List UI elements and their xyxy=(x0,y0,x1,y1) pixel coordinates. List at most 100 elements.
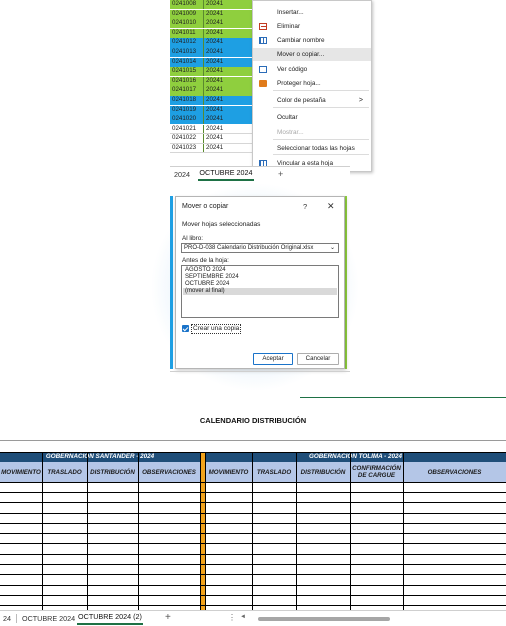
cell-id[interactable]: 0241009 xyxy=(170,9,204,19)
cell-id[interactable]: 0241018 xyxy=(170,96,204,106)
cell-date[interactable]: 20241 xyxy=(204,10,238,19)
cell-date[interactable]: 20241 xyxy=(204,96,238,105)
cell-date[interactable]: 20241 xyxy=(204,58,238,67)
cell-date[interactable]: 20241 xyxy=(204,125,238,133)
cell-date[interactable]: 20241 xyxy=(204,144,238,152)
close-icon[interactable]: ✕ xyxy=(327,201,335,212)
menu-item-cambiar-nombre[interactable]: Cambiar nombre xyxy=(253,34,371,47)
cell-id[interactable]: 0241013 xyxy=(170,48,204,58)
cell-id[interactable]: 0241016 xyxy=(170,76,204,86)
sheet-tab-octubre-copy-active[interactable]: OCTUBRE 2024 (2) xyxy=(77,610,143,625)
grid-col-line xyxy=(205,452,206,610)
menu-item-mostrar: Mostrar... xyxy=(253,126,371,139)
delete-sheet-icon xyxy=(259,23,267,30)
sheet-tab-context-menu: Insertar... Eliminar Cambiar nombre Mover o… xyxy=(252,0,372,172)
cell-id[interactable]: 0241011 xyxy=(170,28,204,38)
sheet-tab-prev[interactable]: 2024 xyxy=(174,170,190,179)
add-sheet-button[interactable]: + xyxy=(165,612,171,623)
cell-id[interactable]: 0241021 xyxy=(170,124,204,133)
cell-id[interactable]: 0241022 xyxy=(170,134,204,143)
view-code-icon xyxy=(259,66,267,73)
cell-id[interactable]: 0241014 xyxy=(170,57,204,67)
menu-item-label: Proteger hoja... xyxy=(277,80,321,87)
before-sheet-option[interactable]: (mover al final) xyxy=(183,288,337,295)
menu-item-insertar[interactable]: Insertar... xyxy=(253,6,371,19)
sheet-tab-octubre-active[interactable]: OCTUBRE 2024 xyxy=(198,166,254,181)
cell-date[interactable]: 20241 xyxy=(204,0,238,9)
cell-date[interactable]: 20241 xyxy=(204,29,238,38)
accept-button[interactable]: Aceptar xyxy=(253,353,293,365)
grid-row-line xyxy=(0,574,506,575)
cell-date[interactable]: 20241 xyxy=(204,67,238,76)
menu-item-label: Eliminar xyxy=(277,23,301,30)
rename-icon xyxy=(259,37,267,44)
grid-row-line xyxy=(0,523,506,524)
before-sheet-option[interactable]: SEPTIEMBRE 2024 xyxy=(183,274,337,281)
menu-item-label: Mostrar... xyxy=(277,129,304,136)
cell-date[interactable]: 20241 xyxy=(204,134,238,142)
cell-date[interactable]: 20241 xyxy=(204,86,238,95)
cell-id[interactable]: 0241023 xyxy=(170,144,204,153)
grid-row-line xyxy=(0,554,506,555)
calendar-title: CALENDARIO DISTRIBUCIÓN xyxy=(199,416,307,425)
cell-id[interactable]: 0241017 xyxy=(170,86,204,96)
menu-item-label: Cambiar nombre xyxy=(277,37,325,44)
divider xyxy=(300,397,506,398)
grid-col-line xyxy=(252,452,253,610)
before-sheet-option[interactable]: OCTUBRE 2024 xyxy=(183,281,337,288)
menu-item-eliminar[interactable]: Eliminar xyxy=(253,20,371,33)
column-header-left: OBSERVACIONES xyxy=(138,462,200,482)
help-icon[interactable]: ? xyxy=(303,202,307,211)
menu-separator xyxy=(273,107,369,108)
sheet-edge-strip xyxy=(170,196,173,369)
cell-id[interactable]: 0241010 xyxy=(170,19,204,29)
cell-date[interactable]: 20241 xyxy=(204,19,238,28)
sheet-edge-strip xyxy=(345,196,347,369)
before-sheet-option[interactable]: AGOSTO 2024 xyxy=(183,267,337,274)
create-copy-checkbox[interactable] xyxy=(182,325,189,332)
menu-item-color-de-pestaña[interactable]: Color de pestaña > xyxy=(253,94,371,107)
cell-date[interactable]: 20241 xyxy=(204,115,238,124)
cell-id[interactable]: 0241008 xyxy=(170,0,204,10)
sheet-tab-prev[interactable]: 24 xyxy=(3,614,11,623)
scroll-left-icon[interactable]: ◄ xyxy=(240,614,246,620)
add-sheet-button[interactable]: + xyxy=(278,169,283,179)
protect-sheet-icon xyxy=(259,80,267,87)
menu-separator xyxy=(273,139,369,140)
more-options-icon[interactable]: ⋮ xyxy=(228,613,236,622)
grid-row-line xyxy=(0,482,506,483)
group-header-tolima: GOBERNACIÓN TOLIMA - 2024 xyxy=(205,452,506,462)
menu-item-proteger-hoja[interactable]: Proteger hoja... xyxy=(253,77,371,90)
to-book-value: PRO-D-038 Calendario Distribución Origin… xyxy=(184,245,314,251)
before-sheet-list[interactable]: AGOSTO 2024 SEPTIEMBRE 2024 OCTUBRE 2024 (m… xyxy=(181,265,339,318)
menu-item-label: Color de pestaña xyxy=(277,97,326,104)
column-header-right: DISTRIBUCIÓN xyxy=(296,462,350,482)
cell-id[interactable]: 0241019 xyxy=(170,105,204,115)
menu-item-ocultar[interactable]: Ocultar xyxy=(253,111,371,124)
sheet-tab-octubre[interactable]: OCTUBRE 2024 xyxy=(22,614,75,623)
column-header-left: TRASLADO xyxy=(42,462,87,482)
chevron-right-icon: > xyxy=(358,97,363,104)
cell-date[interactable]: 20241 xyxy=(204,77,238,86)
cell-date[interactable]: 20241 xyxy=(204,38,238,47)
grid-col-line xyxy=(350,452,351,610)
menu-item-mover-o-copiar[interactable]: Mover o copiar... xyxy=(253,48,371,61)
chevron-down-icon[interactable]: ⌄ xyxy=(330,244,335,252)
grid-col-line xyxy=(403,452,404,610)
cell-id[interactable]: 0241015 xyxy=(170,67,204,77)
cell-date[interactable]: 20241 xyxy=(204,48,238,57)
cell-id[interactable]: 0241012 xyxy=(170,38,204,48)
dialog-subtitle: Mover hojas seleccionadas xyxy=(182,221,261,228)
to-book-select[interactable]: PRO-D-038 Calendario Distribución Origin… xyxy=(181,243,339,253)
divider xyxy=(170,371,350,372)
cancel-button[interactable]: Cancelar xyxy=(297,353,339,365)
menu-item-ver-código[interactable]: Ver código xyxy=(253,63,371,76)
menu-separator xyxy=(273,90,369,91)
cell-date[interactable]: 20241 xyxy=(204,106,238,115)
cell-id[interactable]: 0241020 xyxy=(170,115,204,125)
column-header-left: DISTRIBUCIÓN xyxy=(87,462,138,482)
horizontal-scrollbar[interactable] xyxy=(258,617,390,621)
grid-row-line xyxy=(0,492,506,493)
create-copy-label[interactable]: Crear una copia xyxy=(191,324,242,334)
menu-item-label: Seleccionar todas las hojas xyxy=(277,145,355,152)
